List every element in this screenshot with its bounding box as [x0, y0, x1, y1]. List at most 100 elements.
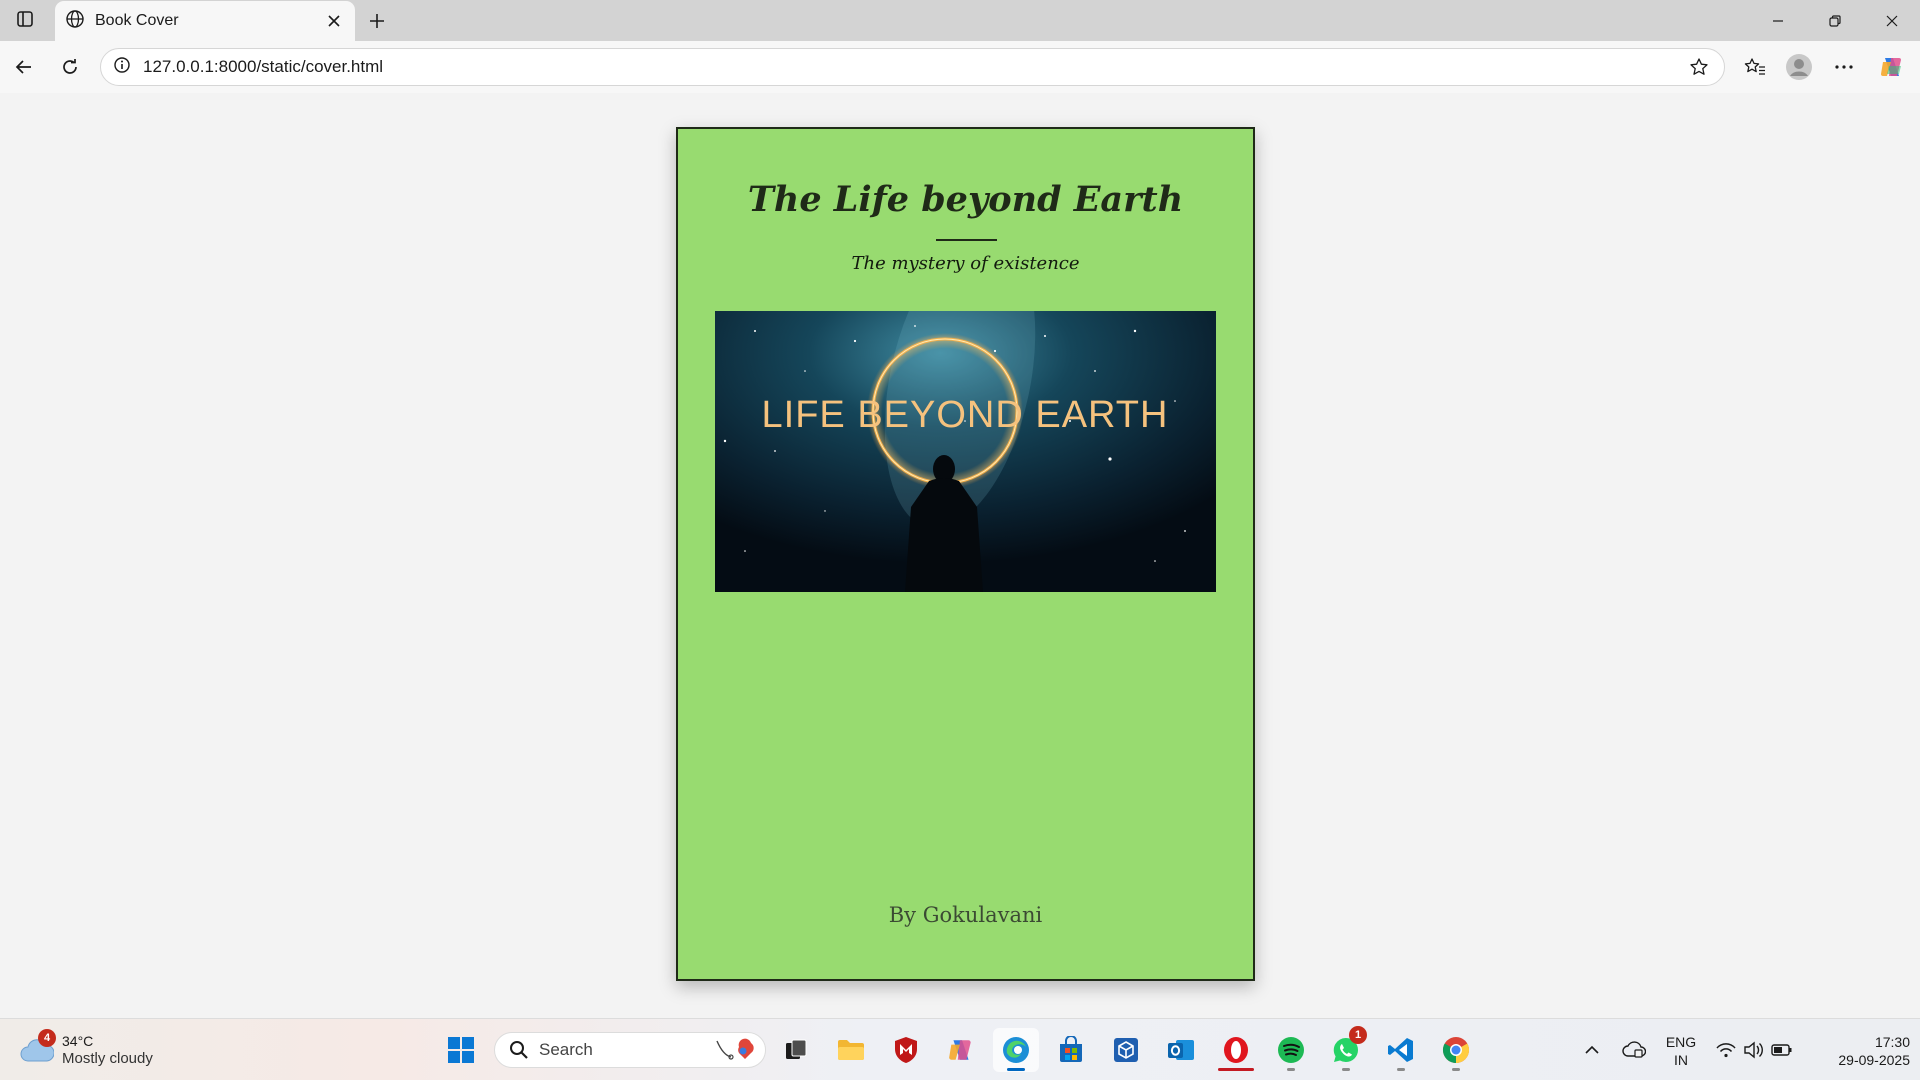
- system-clock[interactable]: 17:30 29-09-2025: [1810, 1033, 1910, 1069]
- weather-condition: Mostly cloudy: [62, 1050, 153, 1067]
- virtualbox-app[interactable]: [1103, 1028, 1149, 1072]
- running-indicator: [1342, 1068, 1350, 1071]
- tab-actions-icon: [16, 10, 34, 33]
- tab-book-cover[interactable]: Book Cover: [55, 1, 355, 41]
- running-indicator: [1397, 1068, 1405, 1071]
- chrome-icon: [1442, 1037, 1470, 1064]
- show-hidden-icons-button[interactable]: [1570, 1028, 1614, 1072]
- file-explorer-app[interactable]: [828, 1028, 874, 1072]
- taskbar-search[interactable]: Search: [494, 1032, 766, 1068]
- cover-image-text: LIFE BEYOND EARTH: [762, 394, 1169, 436]
- cloud-icon: 4: [20, 1029, 56, 1065]
- cloud-sync-icon: [1622, 1041, 1646, 1058]
- running-indicator: [1287, 1068, 1295, 1071]
- search-icon: [510, 1041, 528, 1059]
- copilot-icon: [949, 1040, 971, 1060]
- search-label: Search: [539, 1040, 593, 1059]
- copilot-app[interactable]: [938, 1028, 984, 1072]
- outlook-app[interactable]: [1158, 1028, 1204, 1072]
- refresh-icon: [63, 59, 77, 74]
- window-controls: [1749, 0, 1920, 41]
- add-favorite-button[interactable]: [1684, 52, 1714, 82]
- running-indicator: [1452, 1068, 1460, 1071]
- spotify-app[interactable]: [1268, 1028, 1314, 1072]
- cover-image: LIFE BEYOND EARTH: [715, 311, 1216, 592]
- restore-button[interactable]: [1806, 0, 1863, 41]
- active-indicator: [1218, 1068, 1254, 1071]
- book-author: By Gokulavani: [888, 903, 1043, 927]
- close-icon: [1886, 15, 1897, 26]
- more-icon: [1835, 65, 1853, 69]
- active-indicator: [1007, 1068, 1025, 1071]
- clock-time: 17:30: [1874, 1034, 1910, 1050]
- minimize-button[interactable]: [1749, 0, 1806, 41]
- profile-button[interactable]: [1782, 50, 1816, 84]
- chrome-app[interactable]: [1433, 1028, 1479, 1072]
- volume-icon: [1744, 1041, 1763, 1059]
- input-language-indicator[interactable]: ENG IN: [1660, 1033, 1702, 1069]
- weather-widget[interactable]: 4 34°C Mostly cloudy: [20, 1027, 180, 1073]
- address-bar[interactable]: 127.0.0.1:8000/static/cover.html: [100, 48, 1725, 86]
- quick-settings-button[interactable]: [1712, 1028, 1798, 1072]
- browser-title-bar: Book Cover: [0, 0, 1920, 41]
- title-divider: [936, 239, 997, 241]
- minimize-icon: [1772, 19, 1783, 22]
- edge-icon: [1003, 1037, 1029, 1063]
- book-cover: The Life beyond Earth The mystery of exi…: [676, 127, 1255, 981]
- folder-icon: [838, 1040, 864, 1060]
- mcafee-app[interactable]: [883, 1028, 929, 1072]
- tab-actions-button[interactable]: [8, 6, 42, 36]
- book-title: The Life beyond Earth: [747, 179, 1184, 220]
- weather-alert-badge: 4: [38, 1029, 56, 1047]
- new-tab-button[interactable]: [362, 6, 392, 36]
- wifi-icon: [1716, 1043, 1736, 1058]
- favorites-button[interactable]: [1738, 50, 1772, 84]
- opera-icon: [1224, 1037, 1248, 1063]
- edge-app[interactable]: [993, 1028, 1039, 1072]
- copilot-button[interactable]: [1875, 50, 1909, 84]
- tab-close-button[interactable]: [323, 10, 345, 32]
- arrow-left-icon: [15, 60, 31, 74]
- spotify-icon: [1278, 1037, 1304, 1063]
- url-text[interactable]: 127.0.0.1:8000/static/cover.html: [143, 57, 1684, 77]
- windows-taskbar: 4 34°C Mostly cloudy Search 1 ENG IN 17:…: [0, 1018, 1920, 1080]
- whatsapp-app[interactable]: 1: [1323, 1026, 1369, 1072]
- back-button[interactable]: [7, 50, 41, 84]
- close-icon: [328, 15, 340, 27]
- book-subtitle: The mystery of existence: [851, 253, 1080, 274]
- globe-icon: [65, 9, 85, 34]
- vscode-icon: [1388, 1038, 1413, 1062]
- close-window-button[interactable]: [1863, 0, 1920, 41]
- tab-title: Book Cover: [95, 12, 179, 29]
- copilot-icon: [1881, 58, 1901, 76]
- store-icon: [1060, 1036, 1082, 1062]
- opera-app[interactable]: [1213, 1028, 1259, 1072]
- clock-date: 29-09-2025: [1838, 1052, 1910, 1068]
- chevron-up-icon: [1585, 1045, 1599, 1054]
- star-icon: [1690, 58, 1708, 75]
- weather-temperature: 34°C: [62, 1033, 94, 1049]
- refresh-button[interactable]: [53, 50, 87, 84]
- start-button[interactable]: [438, 1028, 484, 1072]
- browser-toolbar: 127.0.0.1:8000/static/cover.html: [0, 41, 1920, 93]
- avatar-icon: [1786, 54, 1812, 80]
- microsoft-store-app[interactable]: [1048, 1028, 1094, 1072]
- task-view-icon: [786, 1039, 807, 1059]
- plus-icon: [370, 14, 384, 28]
- outlook-icon: [1168, 1040, 1194, 1060]
- language-region: IN: [1674, 1052, 1688, 1068]
- vscode-app[interactable]: [1378, 1028, 1424, 1072]
- site-info-icon[interactable]: [113, 56, 131, 79]
- onedrive-status[interactable]: [1612, 1028, 1656, 1072]
- settings-more-button[interactable]: [1827, 50, 1861, 84]
- restore-icon: [1828, 14, 1841, 27]
- mcafee-shield-icon: [895, 1037, 917, 1063]
- whatsapp-unread-badge: 1: [1349, 1026, 1367, 1044]
- windows-logo-icon: [448, 1037, 474, 1063]
- favorites-icon: [1744, 58, 1765, 75]
- cube-icon: [1114, 1038, 1138, 1062]
- task-view-button[interactable]: [773, 1028, 819, 1072]
- battery-icon: [1771, 1044, 1792, 1056]
- search-highlight-icon: [713, 1035, 757, 1066]
- page-viewport: The Life beyond Earth The mystery of exi…: [5, 93, 1915, 1018]
